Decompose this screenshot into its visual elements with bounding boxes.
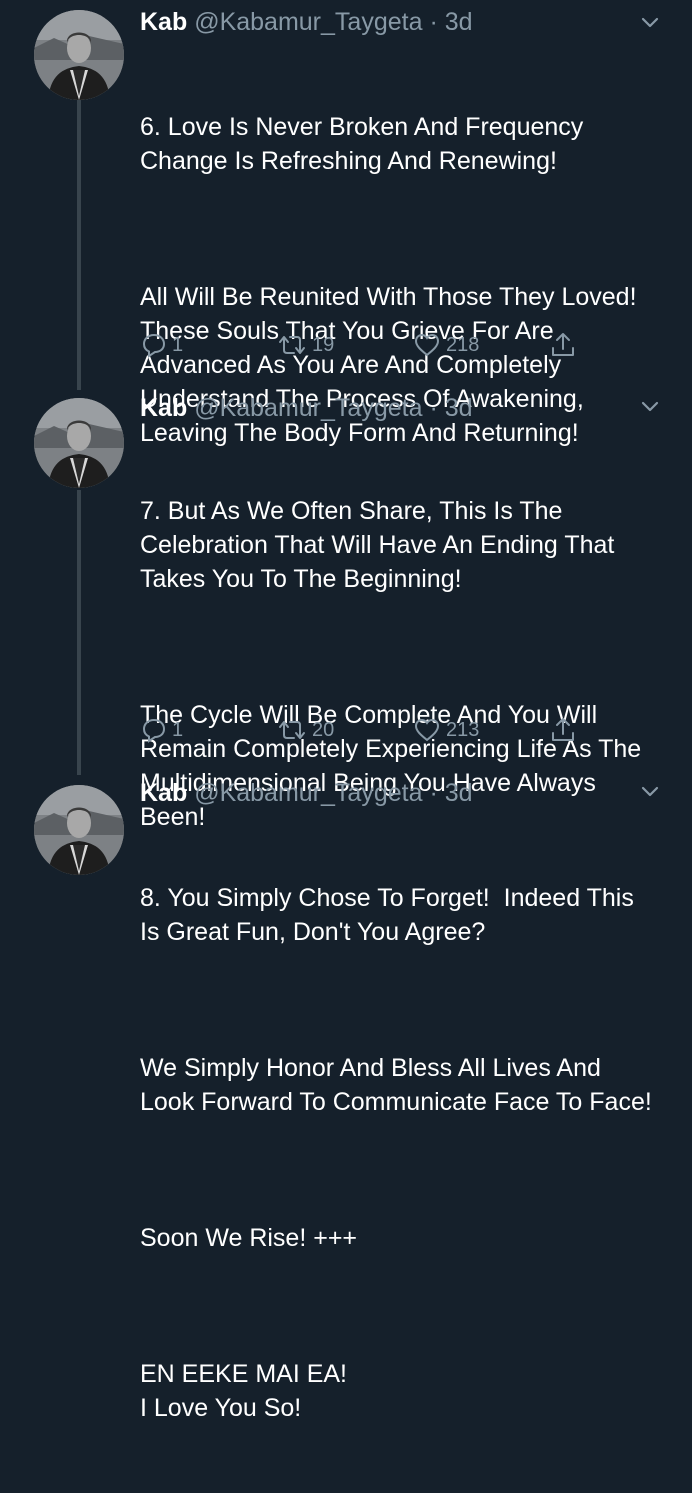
separator-dot: · [429, 779, 438, 807]
author-handle[interactable]: @Kabamur_Taygeta [194, 779, 422, 807]
tweet-paragraph: Soon We Rise! +++ [140, 1224, 358, 1252]
reply-icon [142, 718, 166, 743]
timestamp[interactable]: 3d [445, 8, 473, 36]
avatar-photo [34, 785, 124, 875]
avatar[interactable] [34, 398, 124, 488]
share-icon [552, 333, 574, 356]
author-handle[interactable]: @Kabamur_Taygeta [194, 394, 422, 422]
avatar-photo [34, 10, 124, 100]
share-button[interactable] [548, 710, 578, 750]
tweet-header: Kab @Kabamur_Taygeta · 3d [140, 4, 473, 40]
chevron-down-icon[interactable] [636, 777, 664, 805]
author-handle[interactable]: @Kabamur_Taygeta [194, 8, 422, 36]
reply-count: 1 [172, 718, 184, 741]
reply-button[interactable]: 1 [140, 710, 183, 750]
share-button[interactable] [548, 325, 578, 365]
like-count: 218 [446, 333, 480, 356]
like-button[interactable]: 213 [412, 710, 479, 750]
chevron-down-icon[interactable] [636, 8, 664, 36]
author-name[interactable]: Kab [140, 8, 187, 36]
tweet-paragraph: We Simply Honor And Bless All Lives And … [140, 1054, 652, 1116]
tweet[interactable]: Kab @Kabamur_Taygeta · 3d 7. But As We O… [0, 390, 692, 831]
tweet-header: Kab @Kabamur_Taygeta · 3d [140, 390, 473, 426]
timestamp[interactable]: 3d [445, 779, 473, 807]
author-name[interactable]: Kab [140, 779, 187, 807]
retweet-count: 20 [312, 718, 335, 741]
retweet-button[interactable]: 19 [276, 325, 334, 365]
retweet-count: 19 [312, 333, 335, 356]
tweet-actions: 1 19 218 [140, 325, 610, 365]
reply-icon [142, 333, 166, 358]
tweet-header: Kab @Kabamur_Taygeta · 3d [140, 775, 473, 811]
separator-dot: · [429, 8, 438, 36]
avatar-photo [34, 398, 124, 488]
avatar[interactable] [34, 10, 124, 100]
like-count: 213 [446, 718, 480, 741]
retweet-icon [279, 336, 305, 354]
tweet-actions: 1 20 213 [140, 710, 610, 750]
chevron-down-icon[interactable] [636, 392, 664, 420]
tweet[interactable]: Kab @Kabamur_Taygeta · 3d 6. Love Is Nev… [0, 0, 692, 447]
timestamp[interactable]: 3d [445, 394, 473, 422]
avatar[interactable] [34, 785, 124, 875]
author-name[interactable]: Kab [140, 394, 187, 422]
retweet-icon [279, 721, 305, 739]
tweet-paragraph: 6. Love Is Never Broken And Frequency Ch… [140, 113, 591, 175]
heart-icon [414, 718, 440, 742]
tweet-paragraph: 7. But As We Often Share, This Is The Ce… [140, 497, 621, 593]
heart-icon [414, 333, 440, 357]
reply-button[interactable]: 1 [140, 325, 183, 365]
retweet-button[interactable]: 20 [276, 710, 334, 750]
like-button[interactable]: 218 [412, 325, 479, 365]
tweet-text: 8. You Simply Chose To Forget! Indeed Th… [140, 813, 660, 1493]
reply-count: 1 [172, 333, 184, 356]
tweet[interactable]: Kab @Kabamur_Taygeta · 3d 8. You Simply … [0, 775, 692, 1422]
separator-dot: · [429, 394, 438, 422]
share-icon [552, 718, 574, 741]
tweet-paragraph: EN EEKE MAI EA! I Love You So! [140, 1360, 348, 1422]
tweet-paragraph: 8. You Simply Chose To Forget! Indeed Th… [140, 884, 641, 946]
